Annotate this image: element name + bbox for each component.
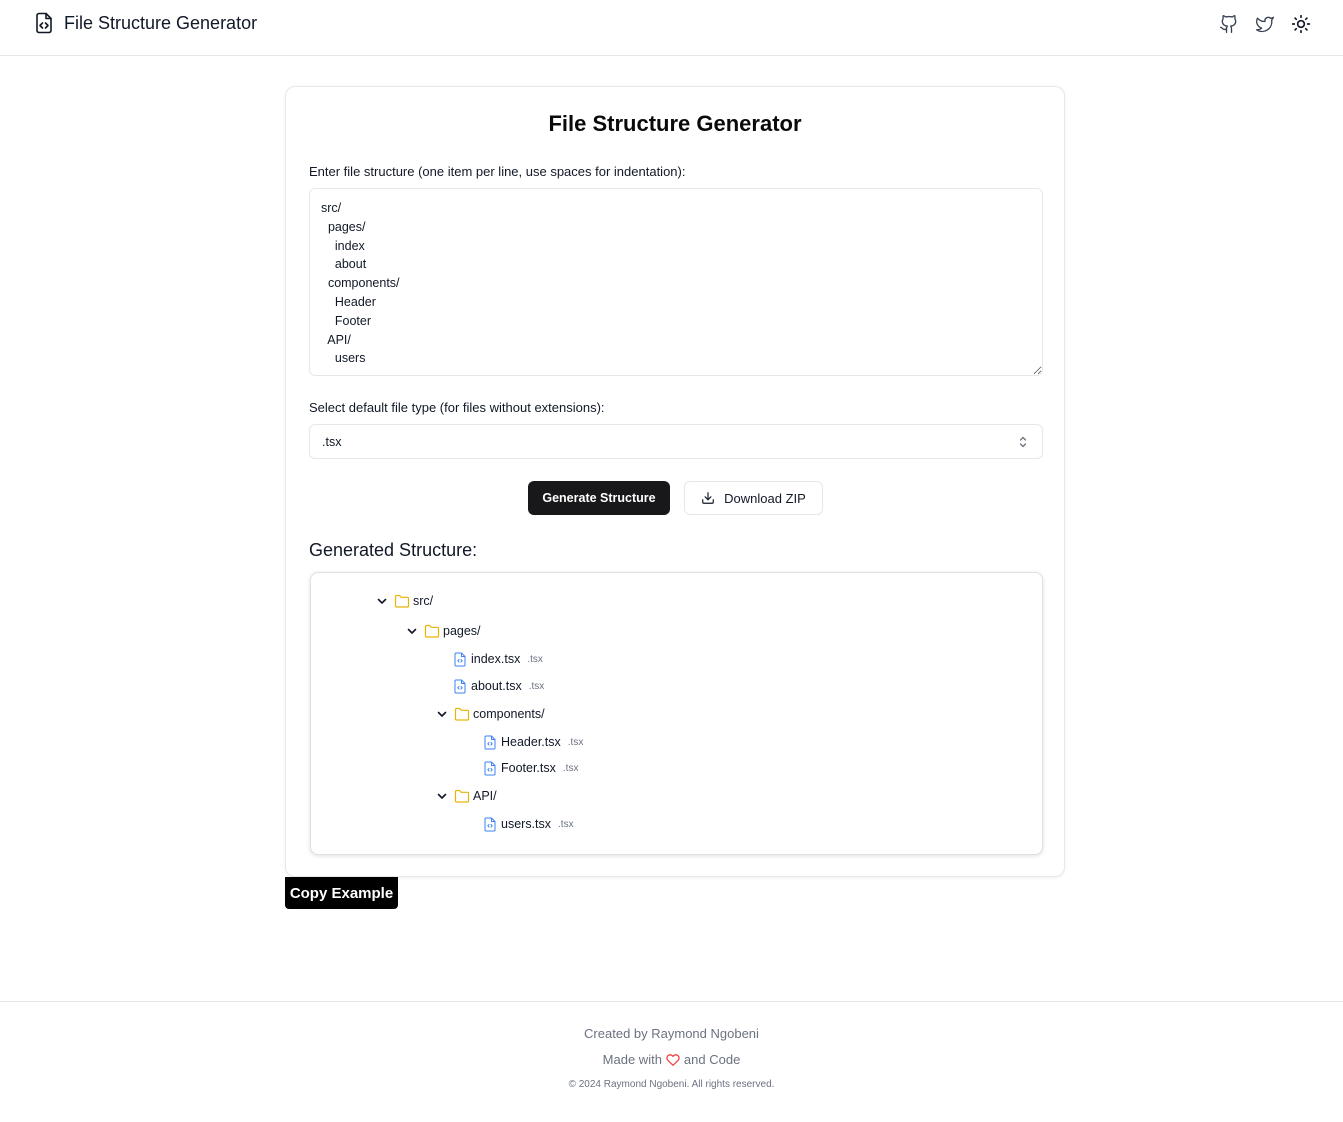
file-extension-badge: .tsx [562,762,579,774]
download-icon [702,492,715,504]
tree-node-name: Footer.tsx [501,761,556,775]
tree-node-name: about.tsx [471,679,522,693]
tree-node-name: Header.tsx [501,735,561,749]
chevron-down-icon[interactable] [436,708,448,720]
footer-copyright: © 2024 Raymond Ngobeni. All rights reser… [568,1079,775,1090]
file-code-icon [484,817,496,831]
folder-icon [394,594,410,608]
tree-folder-src[interactable]: src/ [376,592,433,610]
tree-folder-api[interactable]: API/ [436,787,497,805]
tree-folder-components[interactable]: components/ [436,705,545,723]
tree-node-name: index.tsx [471,652,521,666]
structure-input-label: Enter file structure (one item per line,… [309,164,686,179]
top-actions [1219,14,1311,34]
file-code-icon [454,652,466,666]
tree-file-index[interactable]: index.tsx .tsx [454,650,543,668]
download-zip-label: Download ZIP [724,490,806,506]
tree-file-footer[interactable]: Footer.tsx .tsx [484,759,578,777]
file-code-icon [454,679,466,693]
chevrons-up-down-icon [1019,436,1027,448]
tree-file-header[interactable]: Header.tsx .tsx [484,733,583,751]
tree-node-name: components/ [473,707,545,721]
tree-node-name: src/ [413,594,434,608]
tree-node-name: users.tsx [501,817,552,831]
and-code-text: and Code [683,1052,741,1067]
made-with-text: Made with [602,1052,662,1067]
download-zip-button[interactable]: Download ZIP [684,481,823,515]
file-extension-badge: .tsx [567,736,584,748]
chevron-down-icon[interactable] [376,595,388,607]
folder-icon [454,707,470,721]
brand[interactable]: File Structure Generator [34,12,257,34]
folder-icon [454,789,470,803]
heart-icon [666,1054,680,1066]
tree-file-users[interactable]: users.tsx .tsx [484,815,574,833]
app-title: File Structure Generator [64,12,258,33]
chevron-down-icon[interactable] [406,625,418,637]
footer-made-with: Made with and Code [0,1052,1343,1067]
top-nav: File Structure Generator [0,0,1343,56]
file-code-icon [484,735,496,749]
page-footer: Created by Raymond Ngobeni Made with and… [0,1001,1343,1122]
file-extension-badge: .tsx [528,680,545,692]
file-code-icon [36,12,52,34]
card-title: File Structure Generator [548,111,802,136]
generated-structure-title: Generated Structure: [309,540,478,560]
chevron-down-icon[interactable] [436,790,448,802]
file-type-select[interactable]: .tsx [309,424,1043,459]
tree-file-about[interactable]: about.tsx .tsx [454,677,544,695]
tree-folder-pages[interactable]: pages/ [406,622,481,640]
file-code-icon [484,761,496,775]
footer-credit: Created by Raymond Ngobeni [584,1026,759,1041]
file-type-label: Select default file type (for files with… [309,400,605,415]
generate-structure-button[interactable]: Generate Structure [528,481,670,515]
folder-icon [424,624,440,638]
file-tree: src/ pages/ index.tsx .tsx about.tsx .ts… [310,572,1043,855]
tree-node-name: API/ [473,789,497,803]
structure-input[interactable]: src/ pages/ index about components/ Head… [309,188,1043,376]
github-icon[interactable] [1219,14,1239,34]
generator-card: File Structure Generator Enter file stru… [285,86,1065,877]
file-type-value: .tsx [322,434,342,449]
copy-example-button[interactable]: Copy Example [285,877,398,909]
tree-node-name: pages/ [443,624,481,638]
sun-icon[interactable] [1291,14,1311,34]
file-extension-badge: .tsx [558,818,574,830]
twitter-icon[interactable] [1255,14,1275,34]
file-extension-badge: .tsx [527,653,543,665]
